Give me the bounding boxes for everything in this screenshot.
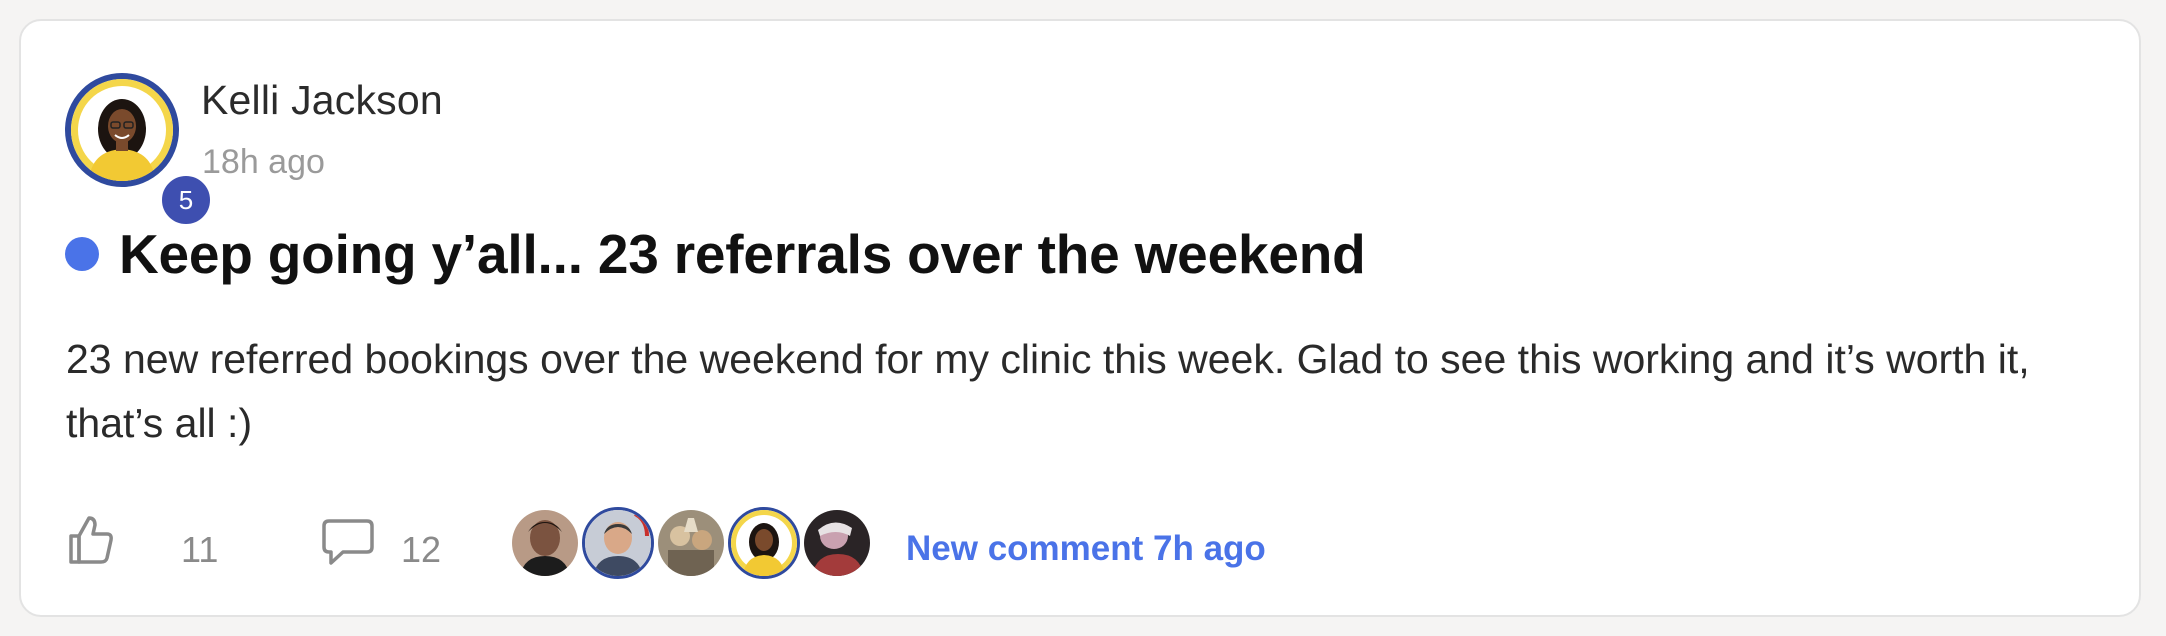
author-name[interactable]: Kelli Jackson (201, 77, 443, 124)
participant-avatar[interactable] (582, 507, 654, 579)
participant-avatar[interactable] (728, 507, 800, 579)
participant-avatar[interactable] (655, 507, 727, 579)
post-footer: 11 12 New comment 7h ago (65, 501, 1565, 581)
post-title[interactable]: Keep going y’all... 23 referrals over th… (119, 222, 1366, 286)
participant-avatar[interactable] (509, 507, 581, 579)
speech-bubble-icon (321, 519, 375, 571)
comment-button[interactable] (321, 517, 375, 572)
post-body: 23 new referred bookings over the weeken… (66, 336, 2030, 446)
author-avatar[interactable] (65, 73, 179, 187)
participant-avatar[interactable] (801, 507, 873, 579)
post-timestamp: 18h ago (202, 143, 325, 181)
author-avatar-group[interactable]: 5 (65, 73, 213, 227)
post-card[interactable]: 5 Kelli Jackson 18h ago Keep going y’all… (19, 19, 2141, 617)
like-count: 11 (181, 529, 219, 570)
like-button[interactable] (65, 515, 115, 569)
new-comment-link[interactable]: New comment 7h ago (906, 529, 1266, 569)
comment-count: 12 (401, 529, 442, 570)
thumbs-up-icon (65, 514, 115, 571)
unread-indicator (65, 237, 99, 271)
